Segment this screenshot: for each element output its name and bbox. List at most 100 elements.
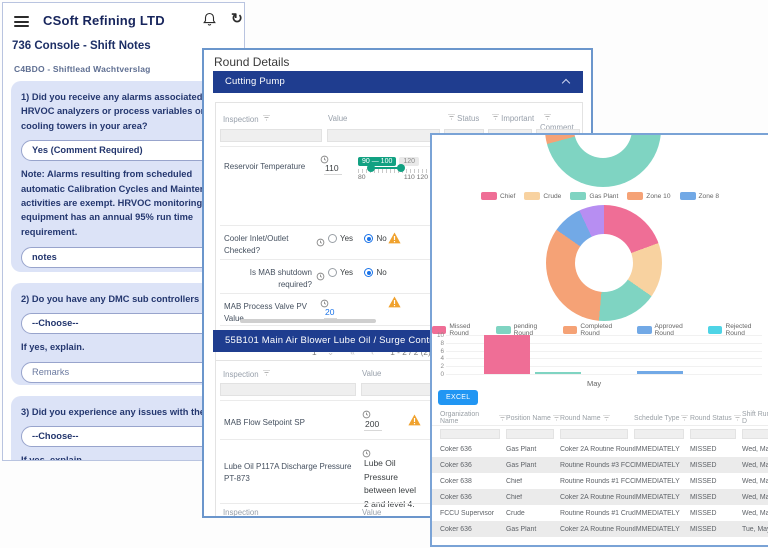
column-inspection[interactable]: Inspection <box>223 369 270 379</box>
column-header[interactable]: Round Status <box>690 415 742 422</box>
legend-swatch <box>708 326 723 334</box>
filter-icon <box>552 415 560 421</box>
filter-icon[interactable] <box>262 114 270 123</box>
dashboard-window: Chief Crude Gas Plant Zone 10 Zone 8 Missed … <box>430 133 768 547</box>
column-important[interactable]: Important <box>488 114 534 123</box>
bar-pending-round <box>535 372 581 374</box>
question-1-select[interactable]: Yes (Comment Required) <box>21 140 228 162</box>
slider-handle-low[interactable] <box>367 164 375 172</box>
table-cell: Coker 2A Routine Rounds <box>560 493 634 501</box>
radio-no-selected[interactable] <box>364 234 374 243</box>
slider-handle-high[interactable] <box>397 164 405 172</box>
legend-swatch <box>679 192 696 200</box>
radio-yes[interactable] <box>328 234 337 243</box>
y-axis-tick: 4 <box>440 355 444 363</box>
range-slider[interactable]: 90 — 100 120 80 110 120 <box>358 150 428 181</box>
bar-missed-round <box>484 335 530 374</box>
question-2-select[interactable]: --Choose-- <box>21 313 228 335</box>
filter-icon <box>681 415 689 421</box>
slider-track[interactable] <box>367 164 405 172</box>
question-2-label: 2) Do you have any DMC sub controllers i… <box>21 294 211 304</box>
legend-swatch <box>524 192 541 200</box>
filter-icon <box>499 415 506 421</box>
form-subheading: C4BDO - Shiftlead Wachtverslag <box>14 64 151 74</box>
page-title: 736 Console - Shift Notes <box>12 40 151 52</box>
table-cell: Routine Rounds #1 FCCU <box>560 477 634 485</box>
table-cell: IMMEDIATELY <box>634 477 680 485</box>
collapse-chevron-icon[interactable] <box>561 78 571 88</box>
legend-label: Zone 10 <box>646 192 671 200</box>
table-cell: IMMEDIATELY <box>634 525 680 533</box>
filter-input[interactable] <box>440 428 500 439</box>
column-header[interactable]: Schedule Type <box>634 415 690 422</box>
section-header-cutting-pump[interactable]: Cutting Pump <box>213 71 583 93</box>
filter-input[interactable] <box>560 428 628 439</box>
table-cell: MISSED <box>690 477 717 485</box>
column-header[interactable]: Shift Run D <box>742 411 768 425</box>
question-3-label: 3) Did you experience any issues with th… <box>21 407 205 417</box>
legend-item[interactable]: Zone 8 <box>679 192 719 200</box>
refresh-icon[interactable]: ↻ <box>231 10 243 27</box>
column-inspection[interactable]: Inspection <box>223 114 270 124</box>
table-cell: IMMEDIATELY <box>634 461 680 469</box>
table-cell: IMMEDIATELY <box>634 509 680 517</box>
legend-label: Gas Plant <box>589 192 619 200</box>
legend-item[interactable]: Chief <box>480 192 515 200</box>
table-cell: IMMEDIATELY <box>634 493 680 501</box>
filter-input-inspection[interactable] <box>220 383 356 396</box>
table-row[interactable]: Coker 638 Chief Routine Rounds #1 FCCU IMME… <box>432 473 768 489</box>
column-header[interactable]: Position Name <box>506 415 560 422</box>
table-cell: MISSED <box>690 525 717 533</box>
table-cell: Chief <box>506 477 523 485</box>
table-row[interactable]: Coker 636 Gas Plant Coker 2A Routine Round… <box>432 441 768 457</box>
question-1-label: 1) Did you receive any alarms associated… <box>21 92 207 131</box>
table-row[interactable]: Coker 636 Gas Plant Routine Rounds #3 FCCU… <box>432 457 768 473</box>
legend-item[interactable]: Zone 10 <box>627 192 671 200</box>
column-status[interactable]: Status <box>444 114 479 123</box>
column-value[interactable]: Value <box>362 369 381 378</box>
table-row[interactable]: Coker 636 Chief Coker 2A Routine Rounds IMM… <box>432 489 768 505</box>
bar-approved-round <box>637 371 683 374</box>
filter-input[interactable] <box>690 428 736 439</box>
column-value[interactable]: Value <box>328 114 347 123</box>
table-filter-row <box>432 426 768 441</box>
y-axis-tick: 10 <box>436 332 444 339</box>
legend-swatch <box>570 192 587 200</box>
table-row[interactable]: Coker 636 Gas Plant Coker 2A Routine Round… <box>432 521 768 537</box>
legend-item[interactable]: Crude <box>524 192 561 200</box>
filter-icon <box>602 415 610 421</box>
question-2-remarks-input[interactable]: Remarks <box>21 361 228 383</box>
legend-label: Crude <box>543 192 562 200</box>
filter-input[interactable] <box>634 428 684 439</box>
question-1-comment-input[interactable]: notes <box>21 247 228 269</box>
radio-yes[interactable] <box>328 268 337 277</box>
rounds-table: Organization Name Position Name Round Name… <box>432 411 768 537</box>
radio-no-selected[interactable] <box>364 268 374 277</box>
table-row[interactable]: FCCU Supervisor Crude Routine Rounds #1 Cr… <box>432 505 768 521</box>
column-header[interactable]: Organization Name <box>440 411 506 425</box>
y-axis-tick: 0 <box>440 371 444 378</box>
filter-input-value[interactable] <box>327 129 440 142</box>
value-input: 200 <box>364 419 383 431</box>
value-input: 20 <box>324 307 338 319</box>
horizontal-scrollbar[interactable] <box>240 319 376 323</box>
bar-chart-x-label: May <box>587 379 602 388</box>
table-cell: Coker 636 <box>440 525 472 533</box>
filter-input-inspection[interactable] <box>220 129 322 142</box>
bell-icon[interactable] <box>203 12 216 31</box>
question-2-followup-label: If yes, explain. <box>21 342 85 353</box>
clock-icon <box>362 445 371 458</box>
table-header-row: Organization Name Position Name Round Name… <box>432 411 768 426</box>
question-3-select[interactable]: --Choose-- <box>21 426 228 448</box>
column-header[interactable]: Round Name <box>560 415 634 422</box>
table-cell: Coker 2A Routine Rounds <box>560 525 634 533</box>
table-cell: Coker 636 <box>440 445 472 453</box>
menu-icon[interactable] <box>14 16 29 27</box>
y-axis-tick: 8 <box>440 339 444 347</box>
filter-input[interactable] <box>742 428 768 439</box>
excel-export-button[interactable]: EXCEL <box>438 390 479 405</box>
legend-item[interactable]: Gas Plant <box>570 192 618 200</box>
filter-input[interactable] <box>506 428 554 439</box>
table-cell: Gas Plant <box>506 525 537 533</box>
table-cell: Routine Rounds #1 Crude <box>560 509 634 517</box>
